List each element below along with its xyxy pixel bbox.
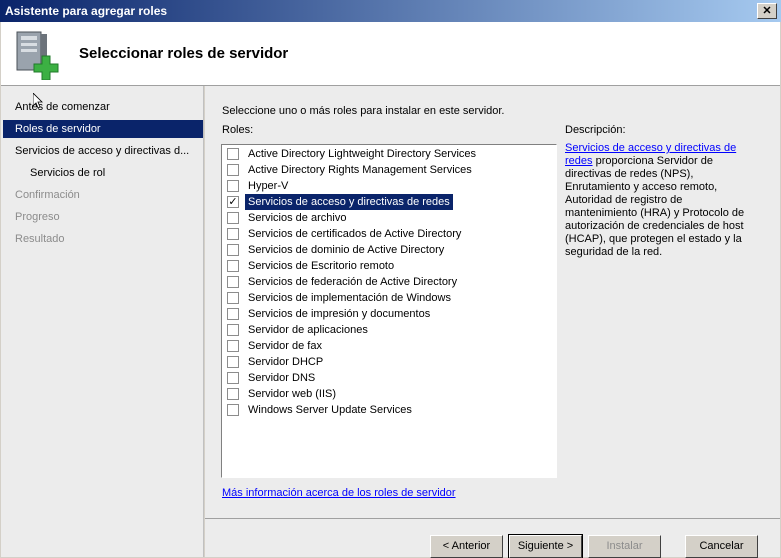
nav-step-confirmation: Confirmación <box>15 189 80 201</box>
role-row[interactable]: Servidor de fax <box>225 338 551 354</box>
nav-step-progress: Progreso <box>15 211 60 223</box>
role-label[interactable]: Active Directory Lightweight Directory S… <box>245 146 479 162</box>
main-panel: Seleccione uno o más roles para instalar… <box>205 86 780 518</box>
role-checkbox[interactable] <box>227 308 239 320</box>
server-add-icon <box>16 31 59 80</box>
role-label[interactable]: Servicios de implementación de Windows <box>245 290 454 306</box>
nav-step-server-roles[interactable]: Roles de servidor <box>3 120 203 138</box>
role-label[interactable]: Active Directory Rights Management Servi… <box>245 162 475 178</box>
page-title: Seleccionar roles de servidor <box>79 45 289 62</box>
role-row[interactable]: Servicios de impresión y documentos <box>225 306 551 322</box>
role-checkbox-checked[interactable]: ✓ <box>227 196 239 208</box>
role-checkbox[interactable] <box>227 148 239 160</box>
role-row[interactable]: Servidor DNS <box>225 370 551 386</box>
wizard-footer: < Anterior Siguiente > Instalar Cancelar <box>205 518 780 558</box>
role-checkbox[interactable] <box>227 180 239 192</box>
role-checkbox[interactable] <box>227 292 239 304</box>
role-label[interactable]: Servidor DHCP <box>245 354 326 370</box>
role-label[interactable]: Servicios de Escritorio remoto <box>245 258 397 274</box>
role-checkbox[interactable] <box>227 212 239 224</box>
role-row[interactable]: Servidor DHCP <box>225 354 551 370</box>
nav-step-role-services[interactable]: Servicios de rol <box>3 164 203 182</box>
instruction-text: Seleccione uno o más roles para instalar… <box>222 105 505 117</box>
description-label: Descripción: <box>565 124 626 136</box>
next-button[interactable]: Siguiente > <box>508 534 583 558</box>
more-info-link[interactable]: Más información acerca de los roles de s… <box>222 487 456 499</box>
back-button[interactable]: < Anterior <box>430 535 503 558</box>
nav-step-network-policy[interactable]: Servicios de acceso y directivas d... <box>3 142 203 160</box>
cancel-button[interactable]: Cancelar <box>685 535 758 558</box>
description-text: Servicios de acceso y directivas de rede… <box>565 142 755 259</box>
role-checkbox[interactable] <box>227 276 239 288</box>
role-label[interactable]: Servicios de dominio de Active Directory <box>245 242 447 258</box>
role-row[interactable]: Hyper-V <box>225 178 551 194</box>
role-label[interactable]: Servicios de federación de Active Direct… <box>245 274 460 290</box>
role-row[interactable]: ✓ Servicios de acceso y directivas de red… <box>225 194 551 210</box>
role-row[interactable]: Servicios de dominio de Active Directory <box>225 242 551 258</box>
role-checkbox[interactable] <box>227 228 239 240</box>
role-row[interactable]: Servicios de archivo <box>225 210 551 226</box>
role-checkbox[interactable] <box>227 340 239 352</box>
nav-step-results: Resultado <box>15 233 65 245</box>
wizard-steps: Antes de comenzar Roles de servidor Serv… <box>1 86 204 557</box>
role-row[interactable]: Servidor web (IIS) <box>225 386 551 402</box>
role-row[interactable]: Servicios de Escritorio remoto <box>225 258 551 274</box>
roles-label: Roles: <box>222 124 254 136</box>
wizard-header: Seleccionar roles de servidor <box>1 22 780 86</box>
close-button[interactable]: ✕ <box>757 3 777 19</box>
role-row[interactable]: Active Directory Lightweight Directory S… <box>225 146 551 162</box>
role-checkbox[interactable] <box>227 388 239 400</box>
role-label[interactable]: Servicios de archivo <box>245 210 349 226</box>
roles-list[interactable]: Active Directory Lightweight Directory S… <box>221 144 557 478</box>
role-row[interactable]: Servidor de aplicaciones <box>225 322 551 338</box>
role-checkbox[interactable] <box>227 164 239 176</box>
title-bar: Asistente para agregar roles ✕ <box>0 0 781 22</box>
role-label[interactable]: Servidor de aplicaciones <box>245 322 371 338</box>
description-body: proporciona Servidor de directivas de re… <box>565 155 745 258</box>
role-row[interactable]: Servicios de federación de Active Direct… <box>225 274 551 290</box>
role-label[interactable]: Servicios de acceso y directivas de rede… <box>245 194 453 210</box>
install-button: Instalar <box>588 535 661 558</box>
role-row[interactable]: Servicios de certificados de Active Dire… <box>225 226 551 242</box>
role-label[interactable]: Windows Server Update Services <box>245 402 415 418</box>
role-label[interactable]: Servidor de fax <box>245 338 325 354</box>
role-label[interactable]: Servicios de impresión y documentos <box>245 306 433 322</box>
role-row[interactable]: Active Directory Rights Management Servi… <box>225 162 551 178</box>
window-title: Asistente para agregar roles <box>5 4 168 18</box>
role-checkbox[interactable] <box>227 244 239 256</box>
role-checkbox[interactable] <box>227 356 239 368</box>
role-label[interactable]: Servicios de certificados de Active Dire… <box>245 226 464 242</box>
role-label[interactable]: Servidor DNS <box>245 370 318 386</box>
role-label[interactable]: Hyper-V <box>245 178 291 194</box>
role-checkbox[interactable] <box>227 260 239 272</box>
mouse-pointer-icon <box>33 93 43 109</box>
role-label[interactable]: Servidor web (IIS) <box>245 386 339 402</box>
role-checkbox[interactable] <box>227 404 239 416</box>
role-checkbox[interactable] <box>227 324 239 336</box>
role-checkbox[interactable] <box>227 372 239 384</box>
role-row[interactable]: Servicios de implementación de Windows <box>225 290 551 306</box>
role-row[interactable]: Windows Server Update Services <box>225 402 551 418</box>
